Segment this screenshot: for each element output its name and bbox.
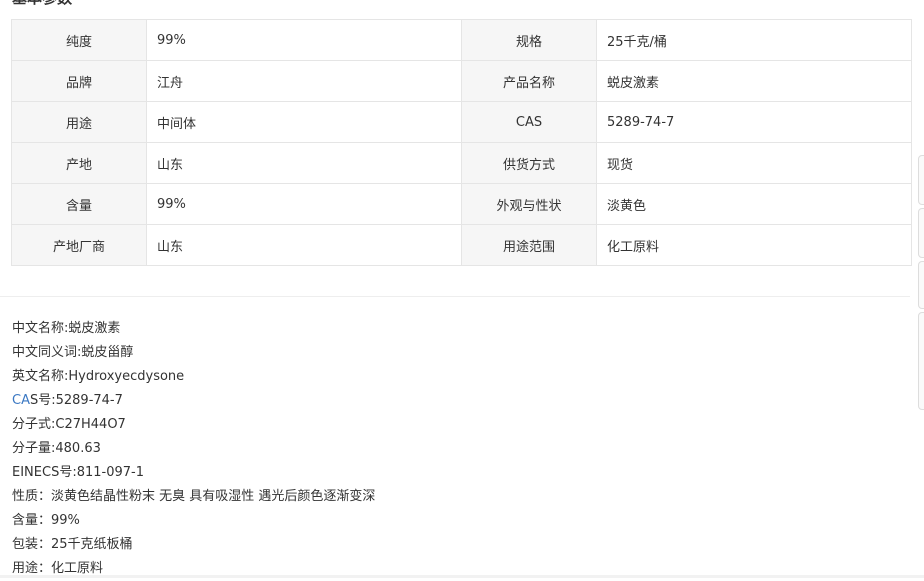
product-details: 中文名称:蜕皮激素 中文同义词:蜕皮甾醇 英文名称:Hydroxyecdyson… [12, 317, 375, 581]
detail-property: 性质：淡黄色结晶性粉末 无臭 具有吸湿性 遇光后颜色逐渐变深 [12, 489, 376, 504]
param-value: 中间体 [146, 101, 462, 143]
param-value: 化工原料 [596, 224, 912, 266]
param-key: CAS [461, 101, 597, 143]
detail-cas-value: S号:5289-74-7 [29, 393, 123, 408]
section-heading: 基本参数 [12, 0, 72, 8]
side-float-button[interactable] [918, 155, 924, 205]
param-value: 5289-74-7 [596, 101, 912, 143]
param-key: 含量 [11, 183, 147, 225]
table-row: 品牌 江舟 产品名称 蜕皮激素 [11, 60, 912, 102]
detail-formula: 分子式:C27H44O7 [12, 417, 126, 432]
detail-einecs: EINECS号:811-097-1 [12, 465, 144, 480]
cas-link[interactable]: CA [12, 393, 30, 408]
side-float-button[interactable] [918, 208, 924, 258]
detail-cn-synonym: 中文同义词:蜕皮甾醇 [12, 345, 134, 360]
detail-mol-weight: 分子量:480.63 [12, 441, 101, 456]
table-row: 产地厂商 山东 用途范围 化工原料 [11, 224, 912, 266]
param-value: 淡黄色 [596, 183, 912, 225]
param-value: 蜕皮激素 [596, 60, 912, 102]
param-key: 纯度 [11, 19, 147, 61]
table-row: 产地 山东 供货方式 现货 [11, 142, 912, 184]
table-row: 含量 99% 外观与性状 淡黄色 [11, 183, 912, 225]
param-key: 产地 [11, 142, 147, 184]
param-value: 山东 [146, 142, 462, 184]
param-key: 用途 [11, 101, 147, 143]
param-key: 用途范围 [461, 224, 597, 266]
detail-en-name: 英文名称:Hydroxyecdysone [12, 369, 185, 384]
side-float-button[interactable] [918, 261, 924, 309]
param-value: 99% [146, 183, 462, 225]
param-value: 江舟 [146, 60, 462, 102]
param-key: 品牌 [11, 60, 147, 102]
side-float-button[interactable] [918, 312, 924, 410]
detail-packing: 包装：25千克纸板桶 [12, 537, 133, 552]
table-row: 用途 中间体 CAS 5289-74-7 [11, 101, 912, 143]
param-key: 产品名称 [461, 60, 597, 102]
param-key: 外观与性状 [461, 183, 597, 225]
params-table: 纯度 99% 规格 25千克/桶 品牌 江舟 产品名称 蜕皮激素 用途 中间体 … [11, 19, 912, 266]
detail-content: 含量：99% [12, 513, 80, 528]
param-key: 产地厂商 [11, 224, 147, 266]
table-row: 纯度 99% 规格 25千克/桶 [11, 19, 912, 61]
param-value: 25千克/桶 [596, 19, 912, 61]
detail-cn-name: 中文名称:蜕皮激素 [12, 321, 121, 336]
detail-cas: CAS号:5289-74-7 [12, 389, 375, 413]
section-divider [0, 296, 910, 297]
param-key: 供货方式 [461, 142, 597, 184]
param-value: 99% [146, 19, 462, 61]
param-value: 现货 [596, 142, 912, 184]
param-value: 山东 [146, 224, 462, 266]
param-key: 规格 [461, 19, 597, 61]
